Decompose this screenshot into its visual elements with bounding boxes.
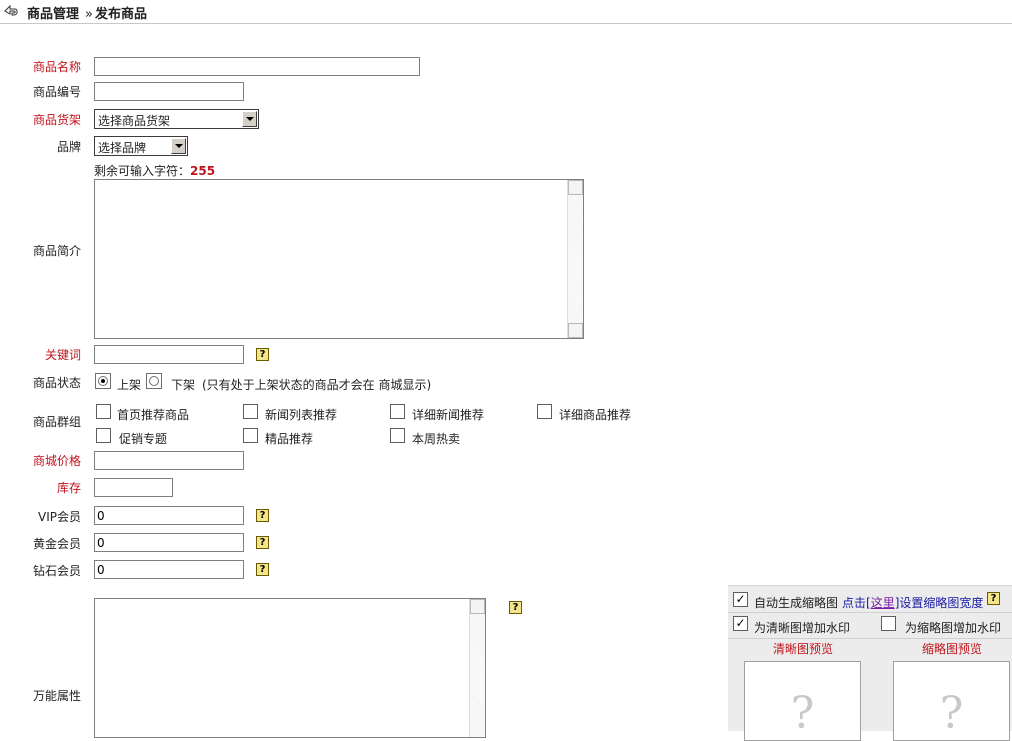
status-on-radio[interactable] [95, 373, 111, 389]
help-icon[interactable]: ? [256, 348, 269, 361]
product-status-label: 商品状态 [32, 376, 81, 390]
set-width-text: ]设置缩略图宽度 [894, 596, 984, 610]
group-checkbox-3[interactable] [537, 404, 552, 419]
diamond-label: 钻石会员 [32, 564, 81, 578]
scroll-up-icon[interactable] [470, 599, 485, 614]
group-checkbox-0[interactable] [96, 404, 111, 419]
clear-preview-label: 清晰图预览 [773, 642, 834, 656]
remaining-chars-count: 255 [190, 164, 216, 178]
thumbnail-width-setting: 点击[这里]设置缩略图宽度 [842, 594, 983, 611]
watermark-clear-label: 为清晰图增加水印 [754, 621, 851, 635]
scrollbar[interactable] [469, 599, 485, 737]
universal-attr-label: 万能属性 [32, 689, 81, 703]
product-shelf-selected: 选择商品货架 [98, 114, 171, 128]
group-label-0: 首页推荐商品 [117, 408, 190, 422]
price-label: 商城价格 [32, 454, 81, 468]
status-off-label: 下架 [171, 378, 196, 392]
placeholder-question-icon: ? [790, 688, 815, 739]
placeholder-question-icon: ? [939, 688, 964, 739]
group-label-6: 本周热卖 [412, 432, 461, 446]
product-name-label: 商品名称 [32, 60, 81, 74]
breadcrumb-section[interactable]: 商品管理 [27, 7, 79, 22]
help-icon[interactable]: ? [987, 592, 1000, 605]
remaining-chars: 剩余可输入字符：255 [94, 162, 215, 179]
group-label-5: 精品推荐 [265, 432, 314, 446]
auto-thumbnail-label: 自动生成缩略图 [754, 596, 839, 610]
click-text: 点击[ [842, 596, 871, 610]
product-code-input[interactable] [94, 82, 244, 101]
brand-label: 品牌 [56, 140, 81, 154]
status-off-radio[interactable] [146, 373, 162, 389]
help-icon[interactable]: ? [256, 563, 269, 576]
chevron-down-icon[interactable] [242, 111, 257, 127]
scroll-down-icon[interactable] [568, 323, 583, 338]
brand-select[interactable]: 选择品牌 [94, 136, 188, 156]
product-intro-textarea[interactable] [94, 179, 584, 339]
product-name-input[interactable] [94, 57, 420, 76]
clear-image-preview: ? [744, 661, 861, 741]
group-checkbox-5[interactable] [243, 428, 258, 443]
stock-input[interactable] [94, 478, 173, 497]
gold-label: 黄金会员 [32, 537, 81, 551]
thumb-preview-label: 缩略图预览 [922, 642, 983, 656]
keyword-input[interactable] [94, 345, 244, 364]
vip-label: VIP会员 [38, 510, 81, 524]
thumbnail-panel: ✓ 自动生成缩略图 点击[这里]设置缩略图宽度 ? ✓ 为清晰图增加水印 为缩略… [728, 585, 1012, 741]
product-group-label: 商品群组 [32, 415, 81, 429]
group-checkbox-6[interactable] [390, 428, 405, 443]
product-shelf-label: 商品货架 [32, 113, 81, 127]
group-checkbox-4[interactable] [96, 428, 111, 443]
keyword-label: 关键词 [44, 348, 81, 362]
product-shelf-select[interactable]: 选择商品货架 [94, 109, 259, 129]
status-on-label: 上架 [117, 378, 142, 392]
radio-dot-icon [101, 379, 105, 383]
product-intro-label: 商品简介 [32, 244, 81, 258]
breadcrumb-page: 发布商品 [94, 7, 147, 22]
remaining-chars-label: 剩余可输入字符： [94, 164, 191, 178]
chevron-down-icon[interactable] [171, 138, 186, 154]
help-icon[interactable]: ? [256, 509, 269, 522]
help-icon[interactable]: ? [256, 536, 269, 549]
price-input[interactable] [94, 451, 244, 470]
group-label-2: 详细新闻推荐 [412, 408, 485, 422]
stock-label: 库存 [56, 481, 81, 495]
brand-selected: 选择品牌 [98, 141, 147, 155]
watermark-clear-checkbox[interactable]: ✓ [733, 616, 748, 631]
group-label-3: 详细商品推荐 [559, 408, 632, 422]
breadcrumb: 商品管理 » 发布商品 [27, 3, 147, 22]
back-arrow-icon [4, 4, 18, 16]
vip-price-input[interactable] [94, 506, 244, 525]
watermark-thumb-checkbox[interactable] [881, 616, 896, 631]
group-checkbox-1[interactable] [243, 404, 258, 419]
auto-thumbnail-checkbox[interactable]: ✓ [733, 592, 748, 607]
gold-price-input[interactable] [94, 533, 244, 552]
scroll-up-icon[interactable] [568, 180, 583, 195]
status-note: (只有处于上架状态的商品才会在 商城显示) [202, 378, 432, 392]
group-checkbox-2[interactable] [390, 404, 405, 419]
diamond-price-input[interactable] [94, 560, 244, 579]
here-link[interactable]: 这里 [871, 596, 895, 610]
help-icon[interactable]: ? [509, 601, 522, 614]
product-code-label: 商品编号 [32, 85, 81, 99]
page-header: 商品管理 » 发布商品 [0, 0, 1012, 24]
scrollbar[interactable] [567, 180, 583, 338]
universal-attr-textarea[interactable] [94, 598, 486, 738]
group-label-1: 新闻列表推荐 [265, 408, 338, 422]
group-label-4: 促销专题 [119, 432, 168, 446]
thumb-image-preview: ? [893, 661, 1010, 741]
watermark-thumb-label: 为缩略图增加水印 [905, 621, 1002, 635]
breadcrumb-separator: » [85, 7, 93, 22]
